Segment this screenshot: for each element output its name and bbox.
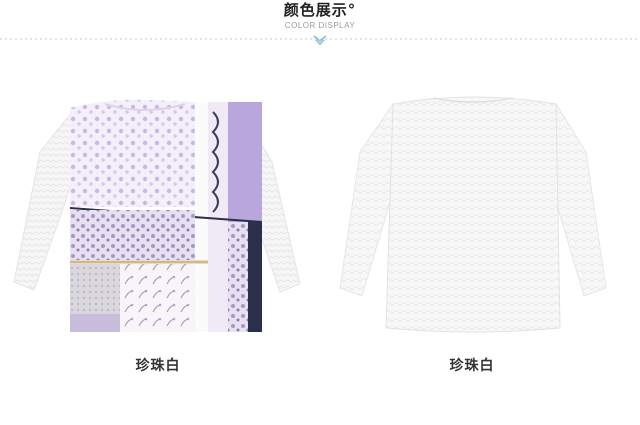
- product-color-label-front: 珍珠白: [135, 358, 181, 374]
- section-title: 颜色展示°: [283, 1, 357, 19]
- product-image-front: [10, 92, 305, 337]
- product-color-label-back: 珍珠白: [449, 358, 495, 374]
- chevron-down-icon: [313, 35, 327, 46]
- section-header: 颜色展示° COLOR DISPLAY: [0, 0, 640, 60]
- product-image-back: [338, 92, 608, 337]
- section-subtitle: COLOR DISPLAY: [284, 21, 356, 30]
